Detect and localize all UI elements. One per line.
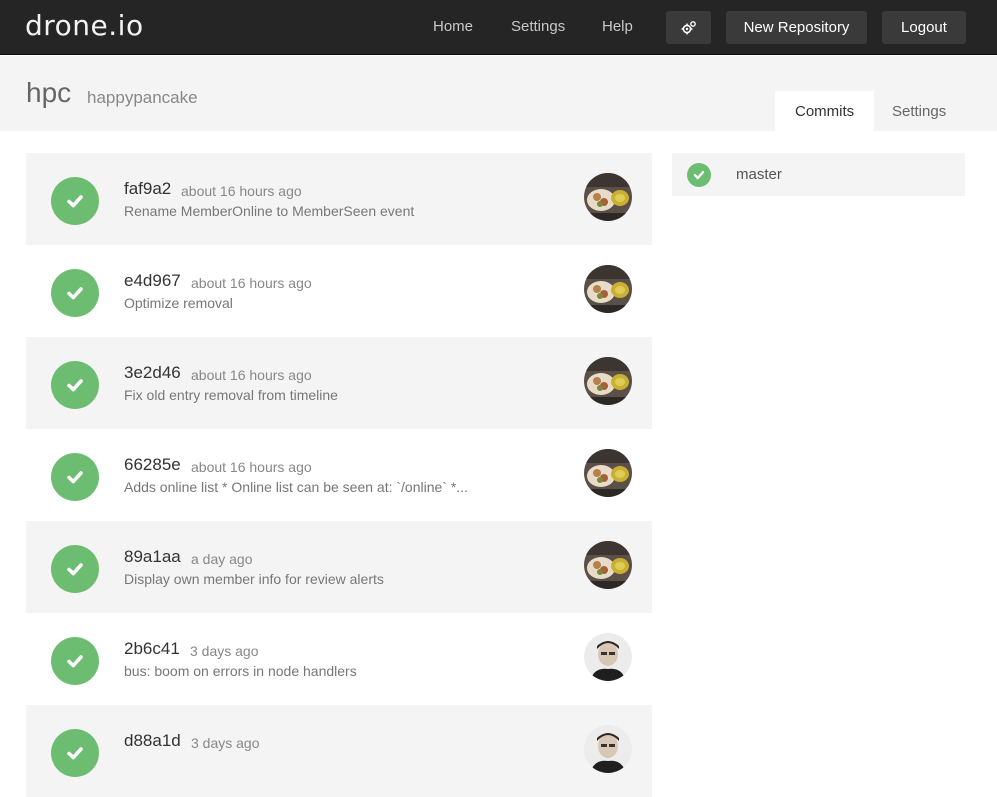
tools-button[interactable] xyxy=(666,11,711,44)
commit-message: Adds online list * Online list can be se… xyxy=(124,479,468,495)
commit-sha[interactable]: 3e2d46 xyxy=(124,363,181,383)
commit-row[interactable]: 2b6c41 3 days ago bus: boom on errors in n… xyxy=(26,613,652,705)
nav-help-link[interactable]: Help xyxy=(602,18,633,35)
build-success-icon xyxy=(51,729,99,777)
commit-time: a day ago xyxy=(191,551,253,567)
nav-home-link[interactable]: Home xyxy=(433,18,473,35)
commit-time: about 16 hours ago xyxy=(191,275,312,291)
author-avatar xyxy=(584,725,632,773)
build-success-icon xyxy=(51,177,99,225)
author-avatar xyxy=(584,541,632,589)
commit-row[interactable]: 89a1aa a day ago Display own member info f… xyxy=(26,521,652,613)
drone-logo[interactable]: drone.io xyxy=(25,9,144,42)
commit-row[interactable]: faf9a2 about 16 hours ago Rename MemberOnl… xyxy=(26,153,652,245)
commit-message: Rename MemberOnline to MemberSeen event xyxy=(124,203,415,219)
new-repository-button[interactable]: New Repository xyxy=(726,11,867,44)
author-avatar xyxy=(584,633,632,681)
commit-message: Display own member info for review alert… xyxy=(124,571,384,587)
commit-time: about 16 hours ago xyxy=(191,367,312,383)
repo-header: hpc happypancake Commits Settings xyxy=(0,56,997,131)
tab-commits[interactable]: Commits xyxy=(775,91,875,131)
logout-button[interactable]: Logout xyxy=(882,11,966,44)
author-avatar xyxy=(584,449,632,497)
commit-time: 3 days ago xyxy=(191,735,260,751)
branch-item-master[interactable]: master xyxy=(672,153,965,196)
commit-sha[interactable]: faf9a2 xyxy=(124,179,171,199)
build-success-icon xyxy=(51,453,99,501)
commit-message: Fix old entry removal from timeline xyxy=(124,387,338,403)
repo-name[interactable]: happypancake xyxy=(87,88,198,108)
commit-time: 3 days ago xyxy=(190,643,259,659)
commit-time: about 16 hours ago xyxy=(191,459,312,475)
branch-success-icon xyxy=(687,163,711,187)
commit-message: Optimize removal xyxy=(124,295,233,311)
commit-sha[interactable]: 2b6c41 xyxy=(124,639,180,659)
top-navbar: drone.io Home Settings Help New Reposito… xyxy=(0,0,997,55)
commit-time: about 16 hours ago xyxy=(181,183,302,199)
commit-sha[interactable]: 89a1aa xyxy=(124,547,181,567)
nav-settings-link[interactable]: Settings xyxy=(511,18,565,35)
commit-row[interactable]: e4d967 about 16 hours ago Optimize removal xyxy=(26,245,652,337)
commit-sha[interactable]: d88a1d xyxy=(124,731,181,751)
commit-message: bus: boom on errors in node handlers xyxy=(124,663,357,679)
repo-owner[interactable]: hpc xyxy=(26,77,71,109)
author-avatar xyxy=(584,357,632,405)
commit-row[interactable]: 3e2d46 about 16 hours ago Fix old entry re… xyxy=(26,337,652,429)
commit-sha[interactable]: e4d967 xyxy=(124,271,181,291)
build-success-icon xyxy=(51,637,99,685)
commit-list: faf9a2 about 16 hours ago Rename MemberOnl… xyxy=(26,153,652,797)
commit-row[interactable]: d88a1d 3 days ago xyxy=(26,705,652,797)
commit-row[interactable]: 66285e about 16 hours ago Adds online list… xyxy=(26,429,652,521)
commit-sha[interactable]: 66285e xyxy=(124,455,181,475)
author-avatar xyxy=(584,173,632,221)
tab-settings[interactable]: Settings xyxy=(872,91,966,131)
gears-icon xyxy=(681,20,696,34)
author-avatar xyxy=(584,265,632,313)
build-success-icon xyxy=(51,545,99,593)
build-success-icon xyxy=(51,361,99,409)
branch-name: master xyxy=(736,166,782,183)
build-success-icon xyxy=(51,269,99,317)
